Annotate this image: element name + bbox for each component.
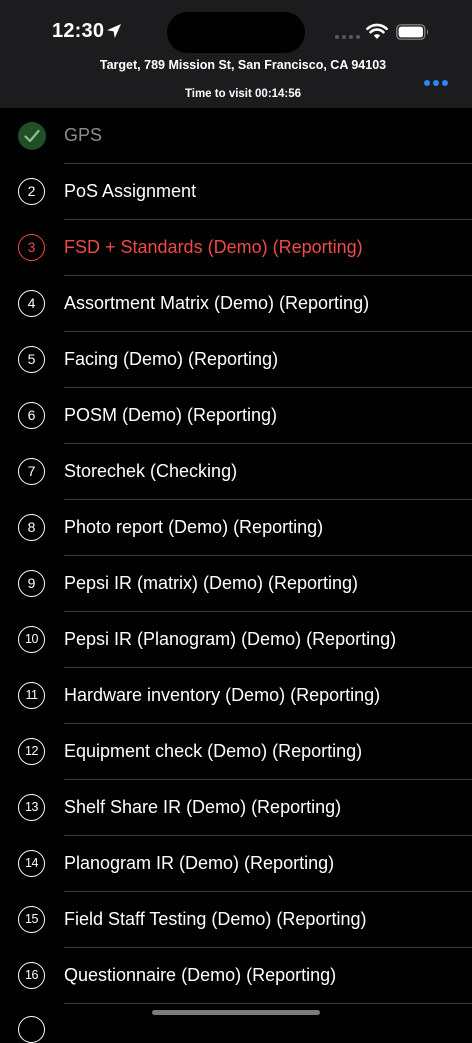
step-number-badge: 11 [18,682,45,709]
step-row[interactable]: 2 PoS Assignment [0,164,472,220]
step-number-badge: 5 [18,346,45,373]
step-label: Hardware inventory (Demo) (Reporting) [64,685,381,705]
step-label: Pepsi IR (Planogram) (Demo) (Reporting) [64,629,397,649]
store-address: Target, 789 Mission St, San Francisco, C… [99,58,387,72]
visit-timer: Time to visit 00:14:56 [184,88,302,100]
step-row[interactable]: 10 Pepsi IR (Planogram) (Demo) (Reporting… [0,612,472,668]
ellipsis-icon [424,80,430,86]
step-row[interactable]: GPS [0,108,472,164]
step-label: Shelf Share IR (Demo) (Reporting) [64,797,342,817]
step-row[interactable]: 13 Shelf Share IR (Demo) (Reporting) [0,780,472,836]
step-row[interactable]: 3 FSD + Standards (Demo) (Reporting) [0,220,472,276]
battery-icon [396,24,429,40]
step-row[interactable]: 4 Assortment Matrix (Demo) (Reporting) [0,276,472,332]
step-label: GPS [64,125,103,145]
step-number-badge: 13 [18,794,45,821]
step-number-badge: 8 [18,514,45,541]
home-indicator [152,1010,320,1015]
step-number-badge: 2 [18,178,45,205]
cellular-signal-icon [335,35,360,39]
step-label: Planogram IR (Demo) (Reporting) [64,853,335,873]
step-number-badge: 16 [18,962,45,989]
step-number-badge: 10 [18,626,45,653]
step-row[interactable]: 11 Hardware inventory (Demo) (Reporting) [0,668,472,724]
step-row[interactable]: 16 Questionnaire (Demo) (Reporting) [0,948,472,1004]
step-number-badge: 9 [18,570,45,597]
step-row[interactable]: 5 Facing (Demo) (Reporting) [0,332,472,388]
step-label: Storechek (Checking) [64,461,238,481]
step-number-badge: 3 [18,234,45,261]
more-options-button[interactable] [420,77,452,89]
step-label: Field Staff Testing (Demo) (Reporting) [64,909,367,929]
checkmark-icon [18,122,46,150]
step-row[interactable]: 14 Planogram IR (Demo) (Reporting) [0,836,472,892]
step-number-badge: 6 [18,402,45,429]
step-row[interactable]: 6 POSM (Demo) (Reporting) [0,388,472,444]
step-label: Questionnaire (Demo) (Reporting) [64,965,337,985]
step-row[interactable]: 15 Field Staff Testing (Demo) (Reporting) [0,892,472,948]
step-label: POSM (Demo) (Reporting) [64,405,278,425]
visit-steps-list: GPS 2 PoS Assignment 3 FSD + Standards (Demo… [0,108,472,1004]
step-badge-partial [18,1016,45,1043]
location-arrow-icon [107,24,121,38]
top-bar: 12:30 Target, 789 Mission St, San Franci… [0,0,472,108]
dynamic-island [167,12,305,53]
step-label: Facing (Demo) (Reporting) [64,349,279,369]
step-row[interactable]: 7 Storechek (Checking) [0,444,472,500]
step-row[interactable]: 12 Equipment check (Demo) (Reporting) [0,724,472,780]
step-number-badge: 12 [18,738,45,765]
step-label: Pepsi IR (matrix) (Demo) (Reporting) [64,573,359,593]
step-number-badge: 14 [18,850,45,877]
step-label: FSD + Standards (Demo) (Reporting) [64,237,363,257]
wifi-icon [366,23,388,39]
step-label: Photo report (Demo) (Reporting) [64,517,324,537]
step-row[interactable]: 8 Photo report (Demo) (Reporting) [0,500,472,556]
step-number-badge: 4 [18,290,45,317]
step-number-badge: 15 [18,906,45,933]
step-row[interactable]: 9 Pepsi IR (matrix) (Demo) (Reporting) [0,556,472,612]
status-time: 12:30 [52,20,105,42]
step-label: Assortment Matrix (Demo) (Reporting) [64,293,370,313]
step-label: PoS Assignment [64,181,197,201]
step-number-badge: 7 [18,458,45,485]
step-label: Equipment check (Demo) (Reporting) [64,741,363,761]
row-divider [64,1003,472,1004]
